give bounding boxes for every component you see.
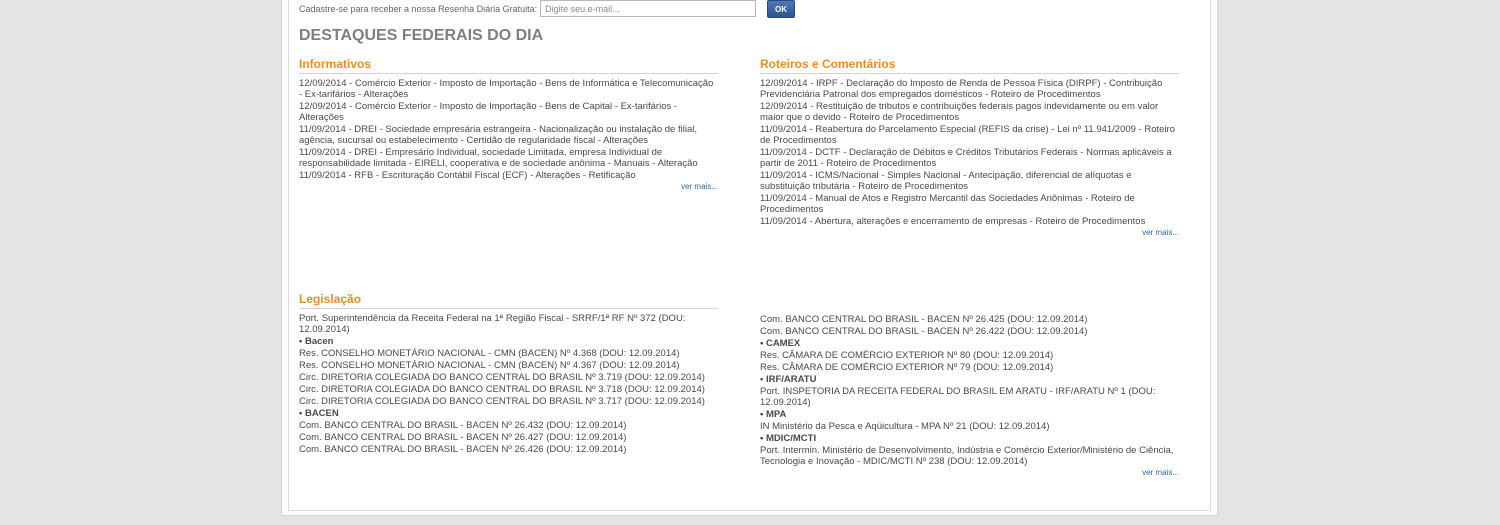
legislation-group-heading: • MPA: [760, 409, 787, 420]
informativos-title: Informativos: [299, 57, 718, 74]
legislation-item[interactable]: Com. BANCO CENTRAL DO BRASIL - BACEN Nº …: [299, 444, 718, 455]
news-item[interactable]: 11/09/2014 - RFB - Escrituração Contábil…: [299, 170, 718, 181]
legislation-item[interactable]: Com. BANCO CENTRAL DO BRASIL - BACEN Nº …: [760, 326, 1179, 337]
legislation-group-heading: • Bacen: [299, 336, 334, 347]
news-item[interactable]: 12/09/2014 - Comércio Exterior - Imposto…: [299, 101, 718, 123]
legislation-group-heading: • CAMEX: [760, 338, 801, 349]
content-panel: Cadastre-se para receber a nossa Resenha…: [281, 0, 1218, 516]
news-item[interactable]: 12/09/2014 - IRPF - Declaração do Impost…: [760, 78, 1179, 100]
news-item[interactable]: 12/09/2014 - Restituição de tributos e c…: [760, 101, 1179, 123]
legislation-item[interactable]: Com. BANCO CENTRAL DO BRASIL - BACEN Nº …: [299, 420, 718, 431]
news-item[interactable]: 11/09/2014 - Manual de Atos e Registro M…: [760, 193, 1179, 215]
news-item[interactable]: 11/09/2014 - Reabertura do Parcelamento …: [760, 124, 1179, 146]
legislation-item[interactable]: Res. CÂMARA DE COMÉRCIO EXTERIOR Nº 80 (…: [760, 350, 1179, 361]
legislation-item[interactable]: Port. INSPETORIA DA RECEITA FEDERAL DO B…: [760, 386, 1179, 408]
page-title: DESTAQUES FEDERAIS DO DIA: [299, 27, 544, 44]
informativos-list: 12/09/2014 - Comércio Exterior - Imposto…: [299, 74, 718, 181]
roteiros-section: Roteiros e Comentários 12/09/2014 - IRPF…: [760, 57, 1179, 238]
roteiros-list: 12/09/2014 - IRPF - Declaração do Impost…: [760, 74, 1179, 227]
legislation-item[interactable]: Circ. DIRETORIA COLEGIADA DO BANCO CENTR…: [299, 384, 718, 395]
legislacao-more-link[interactable]: ver mais...: [760, 468, 1179, 478]
roteiros-title: Roteiros e Comentários: [760, 57, 1179, 74]
legislacao-title: Legislação: [299, 292, 718, 309]
legislacao-section: Legislação Port. Superintendência da Rec…: [299, 292, 718, 456]
legislacao-right-list: Com. BANCO CENTRAL DO BRASIL - BACEN Nº …: [760, 314, 1179, 467]
legislation-item[interactable]: Res. CONSELHO MONETÁRIO NACIONAL - CMN (…: [299, 348, 718, 359]
legislation-item[interactable]: Port. Superintendência da Receita Federa…: [299, 313, 718, 335]
legislation-item[interactable]: Com. BANCO CENTRAL DO BRASIL - BACEN Nº …: [299, 432, 718, 443]
news-item[interactable]: 11/09/2014 - DREI - Sociedade empresária…: [299, 124, 718, 146]
legislation-item[interactable]: Com. BANCO CENTRAL DO BRASIL - BACEN Nº …: [760, 314, 1179, 325]
newsletter-label: Cadastre-se para receber a nossa Resenha…: [299, 3, 538, 14]
informativos-section: Informativos 12/09/2014 - Comércio Exter…: [299, 57, 718, 192]
informativos-more-link[interactable]: ver mais...: [299, 182, 718, 192]
news-item[interactable]: 11/09/2014 - DREI - Empresário Individua…: [299, 147, 718, 169]
ok-button[interactable]: OK: [767, 0, 795, 18]
news-item[interactable]: 12/09/2014 - Comércio Exterior - Imposto…: [299, 78, 718, 100]
email-input[interactable]: [540, 0, 757, 17]
roteiros-more-link[interactable]: ver mais...: [760, 228, 1179, 238]
legislacao-right-column: Com. BANCO CENTRAL DO BRASIL - BACEN Nº …: [760, 314, 1179, 478]
legislation-group-heading: • BACEN: [299, 408, 339, 419]
news-item[interactable]: 11/09/2014 - DCTF - Declaração de Débito…: [760, 147, 1179, 169]
legislation-item[interactable]: Res. CÂMARA DE COMÉRCIO EXTERIOR Nº 79 (…: [760, 362, 1179, 373]
legislation-group-heading: • MDIC/MCTI: [760, 433, 817, 444]
legislation-item[interactable]: Port. Intermin. Ministério de Desenvolvi…: [760, 445, 1179, 467]
legislation-group-heading: • IRF/ARATU: [760, 374, 817, 385]
legislation-item[interactable]: Circ. DIRETORIA COLEGIADA DO BANCO CENTR…: [299, 372, 718, 383]
legislation-item[interactable]: Circ. DIRETORIA COLEGIADA DO BANCO CENTR…: [299, 396, 718, 407]
legislation-item[interactable]: Res. CONSELHO MONETÁRIO NACIONAL - CMN (…: [299, 360, 718, 371]
newsletter-signup: Cadastre-se para receber a nossa Resenha…: [299, 0, 757, 17]
legislation-item[interactable]: IN Ministério da Pesca e Aqüicultura - M…: [760, 421, 1179, 432]
news-item[interactable]: 11/09/2014 - ICMS/Nacional - Simples Nac…: [760, 170, 1179, 192]
news-item[interactable]: 11/09/2014 - Abertura, alterações e ence…: [760, 216, 1179, 227]
legislacao-left-list: Port. Superintendência da Receita Federa…: [299, 309, 718, 455]
